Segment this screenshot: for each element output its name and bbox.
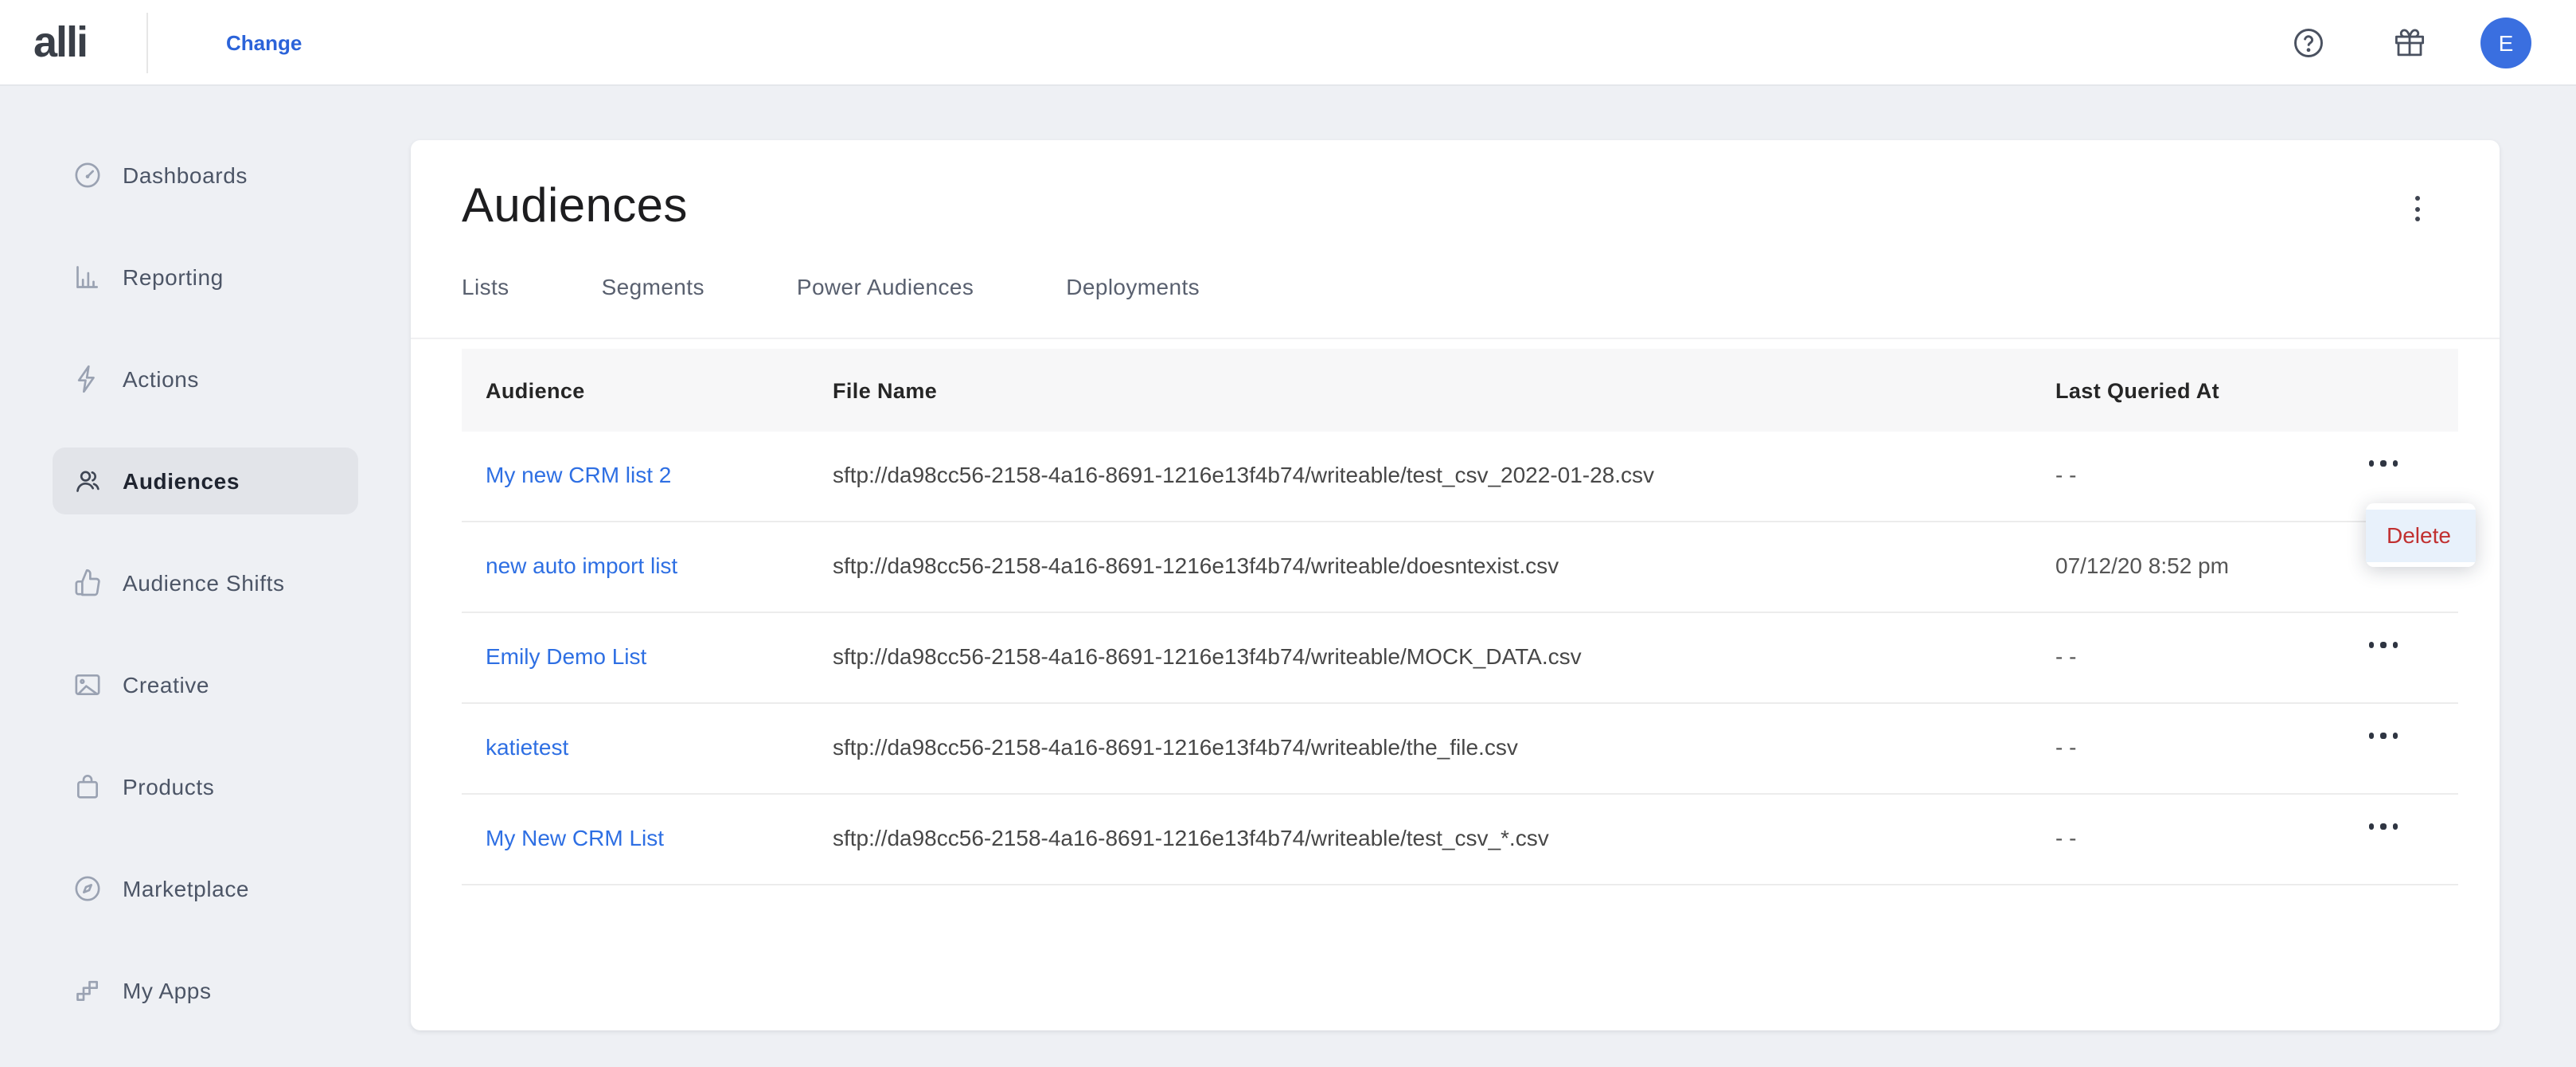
sidebar: Dashboards Reporting Actions Audiences A… bbox=[0, 86, 411, 1067]
last-queried-cell: - - bbox=[2055, 643, 2076, 669]
sidebar-item-label: My Apps bbox=[123, 978, 212, 1003]
last-queried-cell: - - bbox=[2055, 734, 2076, 760]
audiences-card: Audiences Lists Segments Power Audiences De… bbox=[411, 140, 2500, 1030]
row-context-menu: Delete bbox=[2366, 503, 2476, 567]
sidebar-item-marketplace[interactable]: Marketplace bbox=[53, 855, 358, 922]
sidebar-item-label: Dashboards bbox=[123, 162, 248, 188]
topbar: alli Change E bbox=[0, 0, 2576, 86]
sidebar-item-label: Audiences bbox=[123, 468, 240, 494]
file-name-cell: sftp://da98cc56-2158-4a16-8691-1216e13f4… bbox=[833, 462, 1654, 487]
compass-icon bbox=[72, 873, 103, 905]
sidebar-item-label: Audience Shifts bbox=[123, 570, 285, 596]
thumbs-up-icon bbox=[72, 567, 103, 599]
table-row: new auto import list sftp://da98cc56-215… bbox=[462, 522, 2458, 613]
tab-power-audiences[interactable]: Power Audiences bbox=[797, 268, 974, 306]
column-header-file-name: File Name bbox=[833, 378, 2055, 402]
column-header-audience: Audience bbox=[462, 378, 833, 402]
audience-link[interactable]: My New CRM List bbox=[486, 825, 664, 850]
sidebar-item-label: Products bbox=[123, 774, 214, 799]
app-logo: alli bbox=[33, 18, 87, 67]
change-link[interactable]: Change bbox=[226, 30, 302, 54]
audiences-table: AudienceFile NameLast Queried At My new … bbox=[462, 349, 2458, 885]
last-queried-cell: - - bbox=[2055, 825, 2076, 850]
audience-link[interactable]: My new CRM list 2 bbox=[486, 462, 671, 487]
ellipsis-icon[interactable] bbox=[2369, 820, 2398, 833]
audience-link[interactable]: Emily Demo List bbox=[486, 643, 646, 669]
help-circle-icon[interactable] bbox=[2291, 25, 2326, 60]
apps-icon bbox=[72, 975, 103, 1006]
sidebar-item-products[interactable]: Products bbox=[53, 753, 358, 820]
tab-lists[interactable]: Lists bbox=[462, 268, 509, 306]
sidebar-item-label: Creative bbox=[123, 672, 209, 698]
sidebar-item-label: Actions bbox=[123, 366, 199, 392]
table-row: My new CRM list 2 sftp://da98cc56-2158-4… bbox=[462, 432, 2458, 522]
app-root: Dashboards Reporting Actions Audiences A… bbox=[0, 0, 2576, 1067]
delete-menu-item[interactable]: Delete bbox=[2366, 509, 2476, 561]
tab-deployments[interactable]: Deployments bbox=[1066, 268, 1200, 306]
gift-icon[interactable] bbox=[2393, 25, 2426, 59]
ellipsis-icon[interactable] bbox=[2369, 729, 2398, 742]
sidebar-item-my-apps[interactable]: My Apps bbox=[53, 957, 358, 1024]
bar-chart-icon bbox=[72, 261, 103, 293]
gauge-icon bbox=[72, 159, 103, 191]
kebab-menu-icon[interactable] bbox=[2404, 194, 2430, 223]
sidebar-item-audience-shifts[interactable]: Audience Shifts bbox=[53, 549, 358, 616]
file-name-cell: sftp://da98cc56-2158-4a16-8691-1216e13f4… bbox=[833, 734, 1518, 760]
sidebar-item-label: Marketplace bbox=[123, 876, 249, 901]
audience-link[interactable]: katietest bbox=[486, 734, 568, 760]
sidebar-item-creative[interactable]: Creative bbox=[53, 651, 358, 718]
table-header-row: AudienceFile NameLast Queried At bbox=[462, 349, 2458, 432]
shopping-bag-icon bbox=[72, 771, 103, 803]
page-title: Audiences bbox=[462, 180, 688, 234]
table-row: katietest sftp://da98cc56-2158-4a16-8691… bbox=[462, 704, 2458, 795]
table-row: Emily Demo List sftp://da98cc56-2158-4a1… bbox=[462, 613, 2458, 704]
last-queried-cell: - - bbox=[2055, 462, 2076, 487]
file-name-cell: sftp://da98cc56-2158-4a16-8691-1216e13f4… bbox=[833, 825, 1549, 850]
sidebar-item-audiences[interactable]: Audiences bbox=[53, 448, 358, 514]
lightning-icon bbox=[72, 363, 103, 395]
tab-segments[interactable]: Segments bbox=[602, 268, 704, 306]
avatar[interactable]: E bbox=[2480, 17, 2531, 68]
last-queried-cell: 07/12/20 8:52 pm bbox=[2055, 553, 2229, 578]
image-icon bbox=[72, 669, 103, 701]
sidebar-item-label: Reporting bbox=[123, 264, 224, 290]
audience-link[interactable]: new auto import list bbox=[486, 553, 677, 578]
sidebar-item-dashboards[interactable]: Dashboards bbox=[53, 142, 358, 209]
column-header-last-queried-at: Last Queried At bbox=[2055, 378, 2458, 402]
sidebar-item-reporting[interactable]: Reporting bbox=[53, 244, 358, 311]
file-name-cell: sftp://da98cc56-2158-4a16-8691-1216e13f4… bbox=[833, 643, 1582, 669]
topbar-divider bbox=[146, 13, 148, 73]
tabs-divider bbox=[411, 338, 2500, 339]
sidebar-item-actions[interactable]: Actions bbox=[53, 346, 358, 412]
file-name-cell: sftp://da98cc56-2158-4a16-8691-1216e13f4… bbox=[833, 553, 1559, 578]
ellipsis-icon[interactable] bbox=[2369, 639, 2398, 651]
ellipsis-icon[interactable] bbox=[2369, 457, 2398, 470]
people-icon bbox=[72, 465, 103, 497]
tab-bar: Lists Segments Power Audiences Deployments bbox=[462, 268, 1200, 306]
table-body: My new CRM list 2 sftp://da98cc56-2158-4… bbox=[462, 432, 2458, 885]
table-row: My New CRM List sftp://da98cc56-2158-4a1… bbox=[462, 795, 2458, 885]
